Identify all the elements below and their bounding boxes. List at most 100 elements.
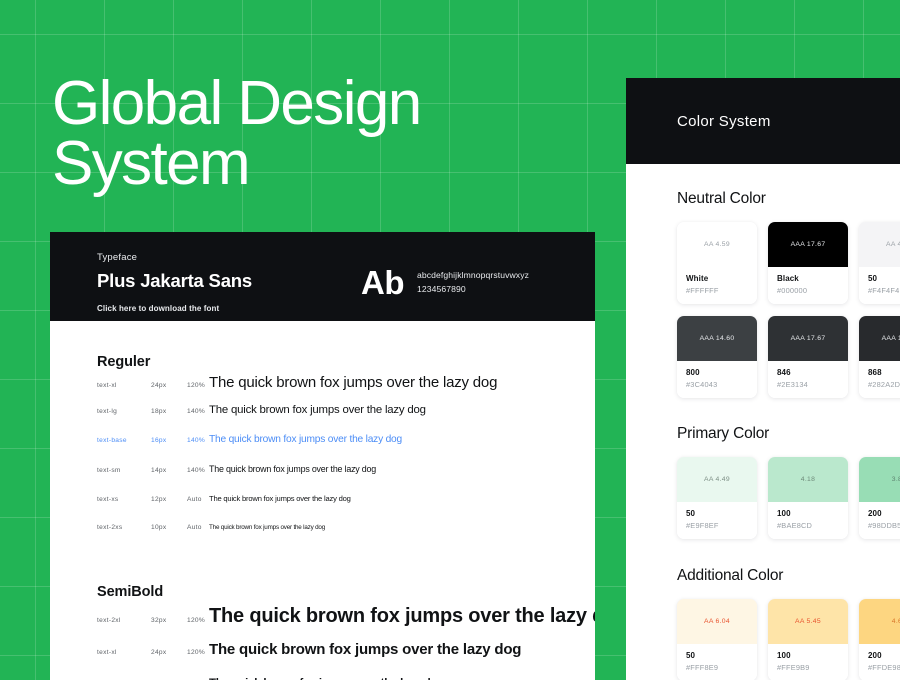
section-heading-reguler: Reguler [97, 354, 151, 370]
type-scale-row[interactable]: text-xl 24px 120% The quick brown fox ju… [97, 641, 575, 672]
swatch-row: AA 6.04 50 #FFF8E9 AA 5.45 100 #FFE9B9 4… [677, 599, 900, 680]
color-group-heading: Primary Color [677, 425, 770, 442]
contrast-ratio: AAA 17.67 [790, 335, 826, 342]
swatch-chip: 4.18 [768, 457, 848, 502]
swatch-meta: 50 #FFF8E9 [677, 644, 757, 680]
download-font-link[interactable]: Click here to download the font [97, 304, 219, 313]
swatch-name: 200 [868, 651, 882, 660]
swatch-chip: AAA 17.67 [859, 316, 900, 361]
swatch-meta: 100 #BAE8CD [768, 502, 848, 539]
scale-line-height: Auto [187, 496, 202, 503]
scale-sample: The quick brown fox jumps over the lazy … [209, 434, 402, 445]
scale-token: text-lg [97, 408, 118, 415]
type-scale-row[interactable]: text-xs 12px Auto The quick brown fox ju… [97, 494, 575, 520]
swatch-name: 50 [868, 274, 878, 283]
color-swatch-card[interactable]: AAA 17.67 846 #2E3134 [768, 316, 848, 398]
color-swatch-card[interactable]: AAA 17.67 868 #282A2D [859, 316, 900, 398]
scale-sample: The quick brown fox jumps over the lazy … [209, 374, 498, 391]
page-title-line-2: System [52, 129, 251, 198]
section-heading-semibold: SemiBold [97, 584, 164, 600]
color-system-banner: Color System [626, 78, 900, 164]
swatch-hex: #000000 [777, 286, 808, 295]
swatch-row: AAA 14.60 800 #3C4043 AAA 17.67 846 #2E3… [677, 316, 900, 398]
type-scale-row[interactable]: text-2xl 32px 120% The quick brown fox j… [97, 605, 595, 636]
scale-line-height: 120% [187, 617, 206, 624]
swatch-name: 800 [686, 368, 700, 377]
contrast-ratio: AA 4.49 [704, 476, 730, 483]
swatch-chip: AAA 14.60 [677, 316, 757, 361]
swatch-meta: Black #000000 [768, 267, 848, 304]
swatch-hex: #BAE8CD [777, 521, 813, 530]
scale-sample: The quick brown fox jumps over the lazy … [209, 524, 326, 531]
swatch-hex: #3C4043 [686, 380, 718, 389]
scale-line-height: Auto [187, 524, 202, 531]
specimen-glyph: Ab [361, 264, 405, 301]
swatch-chip: 4.62 [859, 599, 900, 644]
swatch-hex: #282A2D [868, 380, 900, 389]
color-swatch-card[interactable]: AA 4.59 White #FFFFFF [677, 222, 757, 304]
color-group-additional: Additional Color AA 6.04 50 #FFF8E9 AA 5… [626, 539, 900, 680]
swatch-hex: #98DDB5 [868, 521, 900, 530]
typeface-name: Plus Jakarta Sans [97, 270, 252, 291]
color-group-heading: Neutral Color [677, 190, 766, 207]
scale-sample: The quick brown fox jumps over the lazy … [209, 494, 351, 503]
swatch-meta: 200 #FFDE98 [859, 644, 900, 680]
scale-token: text-xl [97, 382, 117, 389]
typeface-info: Typeface Plus Jakarta Sans Click here to… [97, 252, 252, 316]
color-swatch-card[interactable]: 4.18 100 #BAE8CD [768, 457, 848, 539]
swatch-name: 50 [686, 651, 696, 660]
color-swatch-card[interactable]: AA 4.59 50 #F4F4F4 [859, 222, 900, 304]
scale-token: text-xs [97, 496, 119, 503]
page-title: Global Design System [52, 69, 572, 198]
scale-size: 24px [151, 382, 167, 389]
swatch-hex: #F4F4F4 [868, 286, 900, 295]
swatch-chip: AA 4.59 [859, 222, 900, 267]
color-swatch-card[interactable]: 4.62 200 #FFDE98 [859, 599, 900, 680]
scale-size: 10px [151, 524, 167, 531]
swatch-hex: #FFDE98 [868, 663, 900, 672]
scale-line-height: 140% [187, 467, 206, 474]
scale-token: text-sm [97, 467, 121, 474]
swatch-hex: #FFFFFF [686, 286, 719, 295]
swatch-meta: 868 #282A2D [859, 361, 900, 398]
type-scale-row[interactable]: text-sm 14px 140% The quick brown fox ju… [97, 464, 575, 490]
swatch-name: 868 [868, 368, 882, 377]
specimen-charset: abcdefghijklmnopqrstuvwxyz 1234567890 [417, 268, 529, 296]
scale-line-height: 140% [187, 408, 206, 415]
scale-token: text-xl [97, 649, 117, 656]
contrast-ratio: AAA 14.60 [699, 335, 735, 342]
color-swatch-card[interactable]: AA 5.45 100 #FFE9B9 [768, 599, 848, 680]
swatch-name: 50 [686, 509, 696, 518]
swatch-name: White [686, 274, 709, 283]
page-title-line-1: Global Design [52, 69, 422, 138]
scale-line-height: 140% [187, 437, 206, 444]
color-group-primary: Primary Color AA 4.49 50 #E9F8EF 4.18 10… [626, 398, 900, 539]
scale-size: 18px [151, 408, 167, 415]
swatch-chip: AAA 17.67 [768, 222, 848, 267]
typeface-banner: Typeface Plus Jakarta Sans Click here to… [50, 232, 595, 321]
color-swatch-card[interactable]: AAA 14.60 800 #3C4043 [677, 316, 757, 398]
color-swatch-card[interactable]: AA 4.49 50 #E9F8EF [677, 457, 757, 539]
swatch-hex: #FFE9B9 [777, 663, 810, 672]
scale-sample: The quick brown fox jumps over the lazy … [209, 641, 522, 658]
color-swatch-card[interactable]: 3.81 200 #98DDB5 [859, 457, 900, 539]
swatch-meta: 50 #F4F4F4 [859, 267, 900, 304]
swatch-chip: AAA 17.67 [768, 316, 848, 361]
swatch-chip: AA 5.45 [768, 599, 848, 644]
contrast-ratio: AA 4.59 [886, 241, 900, 248]
scale-sample: The quick brown fox jumps over the lazy … [209, 404, 426, 416]
contrast-ratio: AA 4.59 [704, 241, 730, 248]
scale-sample: The quick brown fox jumps over the lazy … [209, 464, 377, 474]
type-scale-row[interactable]: text-lg 18px 140% The quick brown fox ju… [97, 404, 575, 430]
scale-line-height: 120% [187, 649, 206, 656]
color-system-card: Color System Neutral Color AA 4.59 White… [626, 78, 900, 680]
type-scale-row-selected[interactable]: text-base 16px 140% The quick brown fox … [97, 434, 575, 460]
contrast-ratio: AAA 17.67 [881, 335, 900, 342]
scale-token: text-2xl [97, 617, 121, 624]
color-swatch-card[interactable]: AA 6.04 50 #FFF8E9 [677, 599, 757, 680]
typeface-kicker: Typeface [97, 252, 138, 263]
color-swatch-card[interactable]: AAA 17.67 Black #000000 [768, 222, 848, 304]
type-scale-row[interactable]: text-2xs 10px Auto The quick brown fox j… [97, 524, 575, 550]
type-scale-row[interactable]: text-xl 24px 120% The quick brown fox ju… [97, 374, 575, 400]
scale-line-height: 120% [187, 382, 206, 389]
